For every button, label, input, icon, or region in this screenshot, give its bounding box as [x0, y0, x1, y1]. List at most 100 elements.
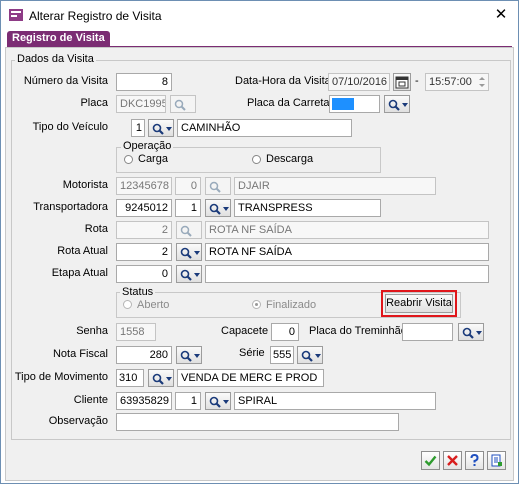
transportadora-name-field[interactable]: TRANSPRESS — [234, 199, 381, 217]
motorista-label: Motorista — [62, 179, 108, 191]
search-icon — [180, 225, 192, 237]
cliente-label: Cliente — [73, 394, 108, 406]
tipo-movimento-label: Tipo de Movimento — [14, 371, 108, 383]
ok-check-icon — [424, 455, 437, 467]
search-icon — [301, 350, 321, 362]
placa-treminhao-label: Placa do Treminhão — [309, 325, 407, 337]
tipo-movimento-code-field[interactable]: 310 — [116, 369, 144, 387]
etapa-atual-code-field[interactable]: 0 — [116, 265, 172, 283]
transportadora-code-field[interactable]: 9245012 — [116, 199, 172, 217]
etapa-atual-name-field[interactable] — [205, 265, 489, 283]
carga-label: Carga — [138, 153, 168, 165]
rota-atual-name-field[interactable]: ROTA NF SAÍDA — [205, 243, 489, 261]
calendar-icon[interactable] — [393, 73, 411, 91]
tipo-movimento-search-button[interactable] — [148, 369, 174, 387]
cliente-name-field[interactable]: SPIRAL — [234, 392, 436, 410]
rota-atual-label: Rota Atual — [57, 245, 108, 257]
placa-treminhao-search-button[interactable] — [458, 323, 484, 341]
section-title: Dados da Visita — [15, 53, 96, 65]
placa-carreta-field[interactable] — [329, 95, 380, 113]
search-icon — [388, 99, 408, 111]
search-icon — [209, 396, 229, 408]
carga-radio[interactable] — [124, 155, 133, 164]
operacao-title: Operação — [121, 140, 174, 152]
placa-search-button[interactable] — [170, 95, 196, 113]
search-icon — [462, 327, 482, 339]
nota-fiscal-field[interactable]: 280 — [116, 346, 172, 364]
tipo-veiculo-label: Tipo do Veículo — [32, 121, 108, 133]
cancel-button[interactable] — [443, 451, 462, 470]
tipo-veiculo-search-button[interactable] — [148, 119, 174, 137]
status-title: Status — [120, 286, 156, 298]
etapa-atual-search-button[interactable] — [176, 265, 202, 283]
etapa-atual-label: Etapa Atual — [51, 267, 108, 279]
observacao-label: Observação — [48, 415, 108, 427]
search-icon — [152, 123, 172, 135]
app-icon — [9, 9, 23, 21]
print-button[interactable] — [487, 451, 506, 470]
search-icon — [174, 99, 186, 111]
capacete-field[interactable]: 0 — [271, 323, 299, 341]
date-time-separator: - — [415, 75, 419, 87]
rota-code-field[interactable]: 2 — [116, 221, 172, 239]
ok-button[interactable] — [421, 451, 440, 470]
help-icon — [470, 454, 479, 466]
tab-registro-de-visita[interactable]: Registro de Visita — [7, 31, 110, 46]
rota-atual-search-button[interactable] — [176, 243, 202, 261]
finalizado-radio[interactable] — [252, 300, 261, 309]
transportadora-search-button[interactable] — [205, 199, 231, 217]
observacao-field[interactable] — [116, 413, 399, 431]
search-icon — [152, 373, 172, 385]
numero-visita-field[interactable]: 8 — [116, 73, 172, 91]
transportadora-label: Transportadora — [33, 201, 108, 213]
data-hora-label: Data-Hora da Visita — [235, 75, 331, 87]
serie-field[interactable]: 555 — [270, 346, 294, 364]
descarga-radio[interactable] — [252, 155, 261, 164]
aberto-label: Aberto — [137, 299, 170, 311]
motorista-code-field[interactable]: 12345678 — [116, 177, 172, 195]
spinner-icon[interactable] — [476, 74, 488, 90]
cancel-x-icon — [447, 455, 458, 466]
search-icon — [209, 203, 229, 215]
placa-carreta-label: Placa da Carreta — [247, 97, 330, 109]
tipo-veiculo-description-field[interactable]: CAMINHÃO — [177, 119, 352, 137]
cliente-seq-field[interactable]: 1 — [175, 392, 201, 410]
placa-carreta-search-button[interactable] — [384, 95, 410, 113]
tipo-movimento-description-field[interactable]: VENDA DE MERC E PROD — [177, 369, 324, 387]
help-button[interactable] — [465, 451, 484, 470]
search-icon — [180, 269, 200, 281]
motorista-seq-field[interactable]: 0 — [175, 177, 201, 195]
transportadora-seq-field[interactable]: 1 — [175, 199, 201, 217]
serie-label: Série — [239, 347, 265, 359]
print-icon — [491, 454, 502, 467]
motorista-search-button[interactable] — [205, 177, 231, 195]
rota-atual-code-field[interactable]: 2 — [116, 243, 172, 261]
nota-fiscal-search-button[interactable] — [176, 346, 202, 364]
cliente-code-field[interactable]: 63935829 — [116, 392, 172, 410]
tipo-veiculo-code-field[interactable]: 1 — [131, 119, 145, 137]
rota-label: Rota — [84, 223, 108, 235]
placa-field[interactable]: DKC1995 — [116, 95, 166, 113]
search-icon — [180, 350, 200, 362]
placa-label: Placa — [80, 97, 108, 109]
data-visita-field[interactable]: 07/10/2016 — [328, 73, 390, 91]
rota-search-button[interactable] — [176, 221, 202, 239]
senha-field[interactable]: 1558 — [116, 323, 156, 341]
numero-visita-label: Número da Visita — [23, 75, 108, 87]
dialog-window: Alterar Registro de Visita ✕ Registro de… — [0, 0, 519, 484]
serie-search-button[interactable] — [297, 346, 323, 364]
text-selection — [332, 98, 354, 110]
search-icon — [180, 247, 200, 259]
rota-name-field[interactable]: ROTA NF SAÍDA — [205, 221, 489, 239]
close-icon[interactable]: ✕ — [489, 5, 513, 25]
aberto-radio[interactable] — [123, 300, 132, 309]
capacete-label: Capacete — [221, 325, 269, 337]
search-icon — [209, 181, 221, 193]
cliente-search-button[interactable] — [205, 392, 231, 410]
descarga-label: Descarga — [266, 153, 314, 165]
motorista-name-field[interactable]: DJAIR — [234, 177, 436, 195]
placa-treminhao-field[interactable] — [402, 323, 453, 341]
reabrir-visita-button[interactable]: Reabrir Visita — [385, 294, 453, 313]
senha-label: Senha — [76, 325, 108, 337]
finalizado-label: Finalizado — [266, 299, 317, 311]
